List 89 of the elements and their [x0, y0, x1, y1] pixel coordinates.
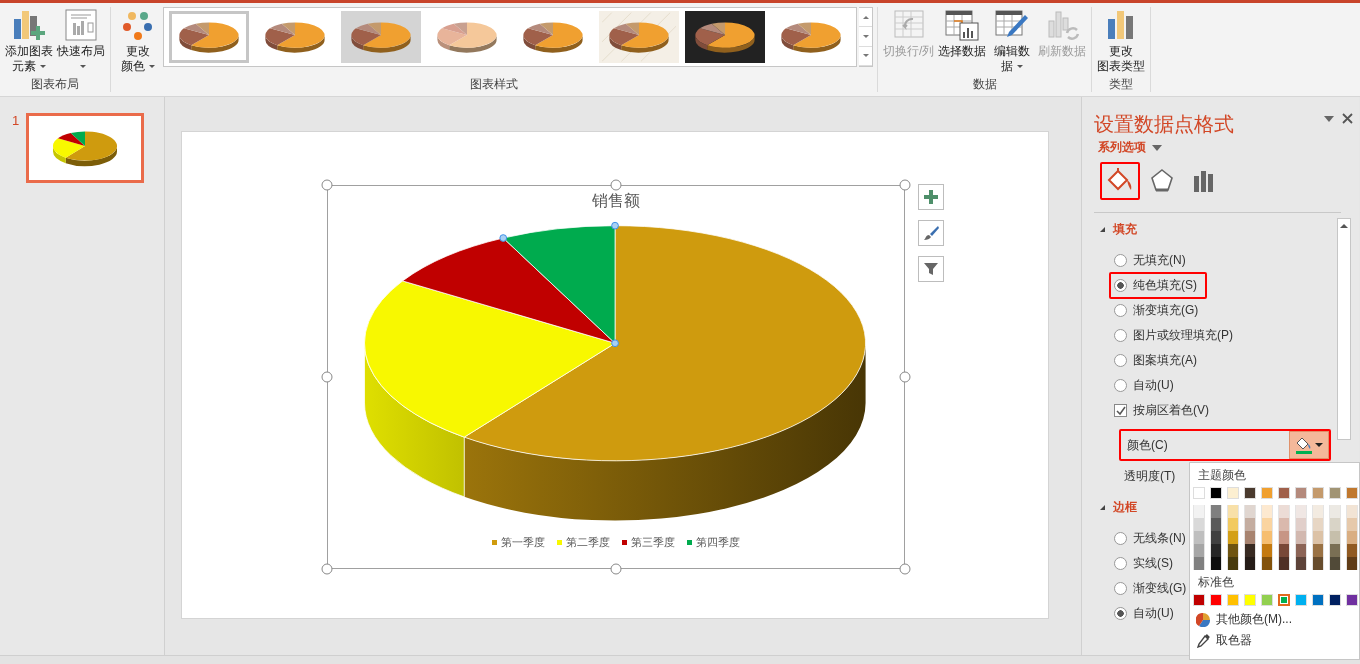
option-label: 颜色(C) [1127, 436, 1168, 454]
chart-add-icon [12, 9, 46, 41]
point-handle[interactable] [611, 339, 619, 348]
option-label: 渐变填充(G) [1133, 302, 1199, 319]
resize-handle[interactable] [321, 371, 333, 383]
radio-button[interactable] [1114, 557, 1127, 570]
filter-icon[interactable] [918, 256, 944, 282]
radio-button[interactable] [1114, 354, 1127, 367]
checkbox[interactable] [1114, 404, 1127, 417]
chart-title: 销售额 [592, 191, 640, 211]
radio-button[interactable] [1114, 532, 1127, 545]
menu-heading: 主题颜色 [1197, 467, 1247, 484]
option-label: 无线条(N) [1133, 530, 1186, 547]
resize-handle[interactable] [321, 179, 333, 191]
brush-icon[interactable] [918, 220, 944, 246]
slide-number: 1 [12, 113, 21, 130]
dropdown-icon[interactable] [1152, 144, 1162, 151]
resize-handle[interactable] [610, 563, 622, 575]
option-label: 图片或纹理填充(P) [1133, 327, 1233, 344]
quick-layout-icon [64, 9, 98, 41]
option-label: 图案填充(A) [1133, 352, 1197, 369]
caret-icon [80, 65, 86, 69]
close-icon[interactable] [1342, 113, 1353, 124]
menu-item[interactable]: 其他颜色(M)... [1192, 609, 1359, 630]
group-label: 数据 [971, 76, 998, 92]
legend-label: 第一季度 [501, 535, 545, 550]
expand-icon[interactable] [1100, 227, 1105, 232]
group-label: 类型 [1108, 76, 1135, 92]
ribbon-button[interactable]: 快速布局 [56, 7, 106, 76]
expand-icon[interactable] [1100, 505, 1105, 510]
section-heading[interactable]: 填充 [1113, 221, 1137, 238]
legend-label: 第四季度 [696, 535, 740, 550]
color-swatch[interactable] [1278, 594, 1290, 606]
resize-handle[interactable] [610, 179, 622, 191]
resize-handle[interactable] [899, 371, 911, 383]
resize-handle[interactable] [899, 563, 911, 575]
chart-style-thumbnail[interactable] [341, 11, 421, 63]
point-handle[interactable] [611, 221, 619, 230]
ribbon-button[interactable]: 更改 图表类型 [1096, 7, 1147, 76]
table-chart-icon [945, 9, 980, 41]
color-wheel-icon [1196, 612, 1210, 627]
radio-button[interactable] [1114, 279, 1127, 292]
group-label: 图表布局 [30, 76, 80, 92]
paint-bucket-icon [1295, 436, 1312, 451]
section-heading[interactable]: 边框 [1113, 499, 1137, 516]
table-swap-icon [892, 9, 925, 41]
pane-title: 设置数据点格式 [1094, 112, 1234, 137]
color-picker-button[interactable] [1289, 431, 1329, 459]
chart-style-thumbnail[interactable] [169, 11, 249, 63]
group-label: 图表样式 [469, 76, 519, 92]
point-handle[interactable] [499, 234, 508, 242]
chart-refresh-icon [1045, 9, 1080, 41]
slide-thumbnail[interactable] [26, 113, 144, 183]
option-label: 自动(U) [1133, 377, 1174, 394]
ribbon-button[interactable]: 更改 颜色 [115, 7, 161, 76]
option-label: 实线(S) [1133, 555, 1173, 572]
color-dots-icon [122, 9, 154, 41]
option-label: 纯色填充(S) [1133, 277, 1197, 294]
option-label: 渐变线(G) [1133, 580, 1187, 597]
scrollbar[interactable] [1337, 218, 1351, 440]
chart-style-thumbnail[interactable] [685, 11, 765, 63]
option-label: 无填充(N) [1133, 252, 1186, 269]
option-label: 按扇区着色(V) [1133, 402, 1209, 419]
radio-button[interactable] [1114, 254, 1127, 267]
radio-button[interactable] [1114, 379, 1127, 392]
ribbon-button[interactable]: 添加图表 元素 [4, 7, 54, 76]
pane-menu-icon[interactable] [1324, 115, 1334, 122]
series-options-menu[interactable]: 系列选项 [1098, 139, 1146, 156]
caret-icon [149, 65, 155, 69]
caret-icon [1017, 65, 1024, 69]
menu-heading: 标准色 [1197, 574, 1235, 591]
ribbon-button[interactable]: 编辑数 据 [989, 7, 1036, 76]
menu-item[interactable]: 取色器 [1192, 630, 1359, 651]
ribbon-button[interactable]: 选择数据 [937, 7, 988, 61]
resize-handle[interactable] [321, 563, 333, 575]
radio-button[interactable] [1114, 607, 1127, 620]
option-label: 自动(U) [1133, 605, 1174, 622]
radio-button[interactable] [1114, 304, 1127, 317]
resize-handle[interactable] [899, 179, 911, 191]
caret-icon [40, 65, 46, 69]
radio-button[interactable] [1114, 329, 1127, 342]
paint-bucket-icon[interactable] [1100, 162, 1140, 200]
legend-label: 第二季度 [566, 535, 610, 550]
option-label: 透明度(T) [1124, 467, 1176, 485]
legend-label: 第三季度 [631, 535, 675, 550]
eyedropper-icon [1196, 633, 1210, 648]
plus-icon[interactable] [918, 184, 944, 210]
chart-style-thumbnail[interactable] [599, 11, 679, 63]
radio-button[interactable] [1114, 582, 1127, 595]
